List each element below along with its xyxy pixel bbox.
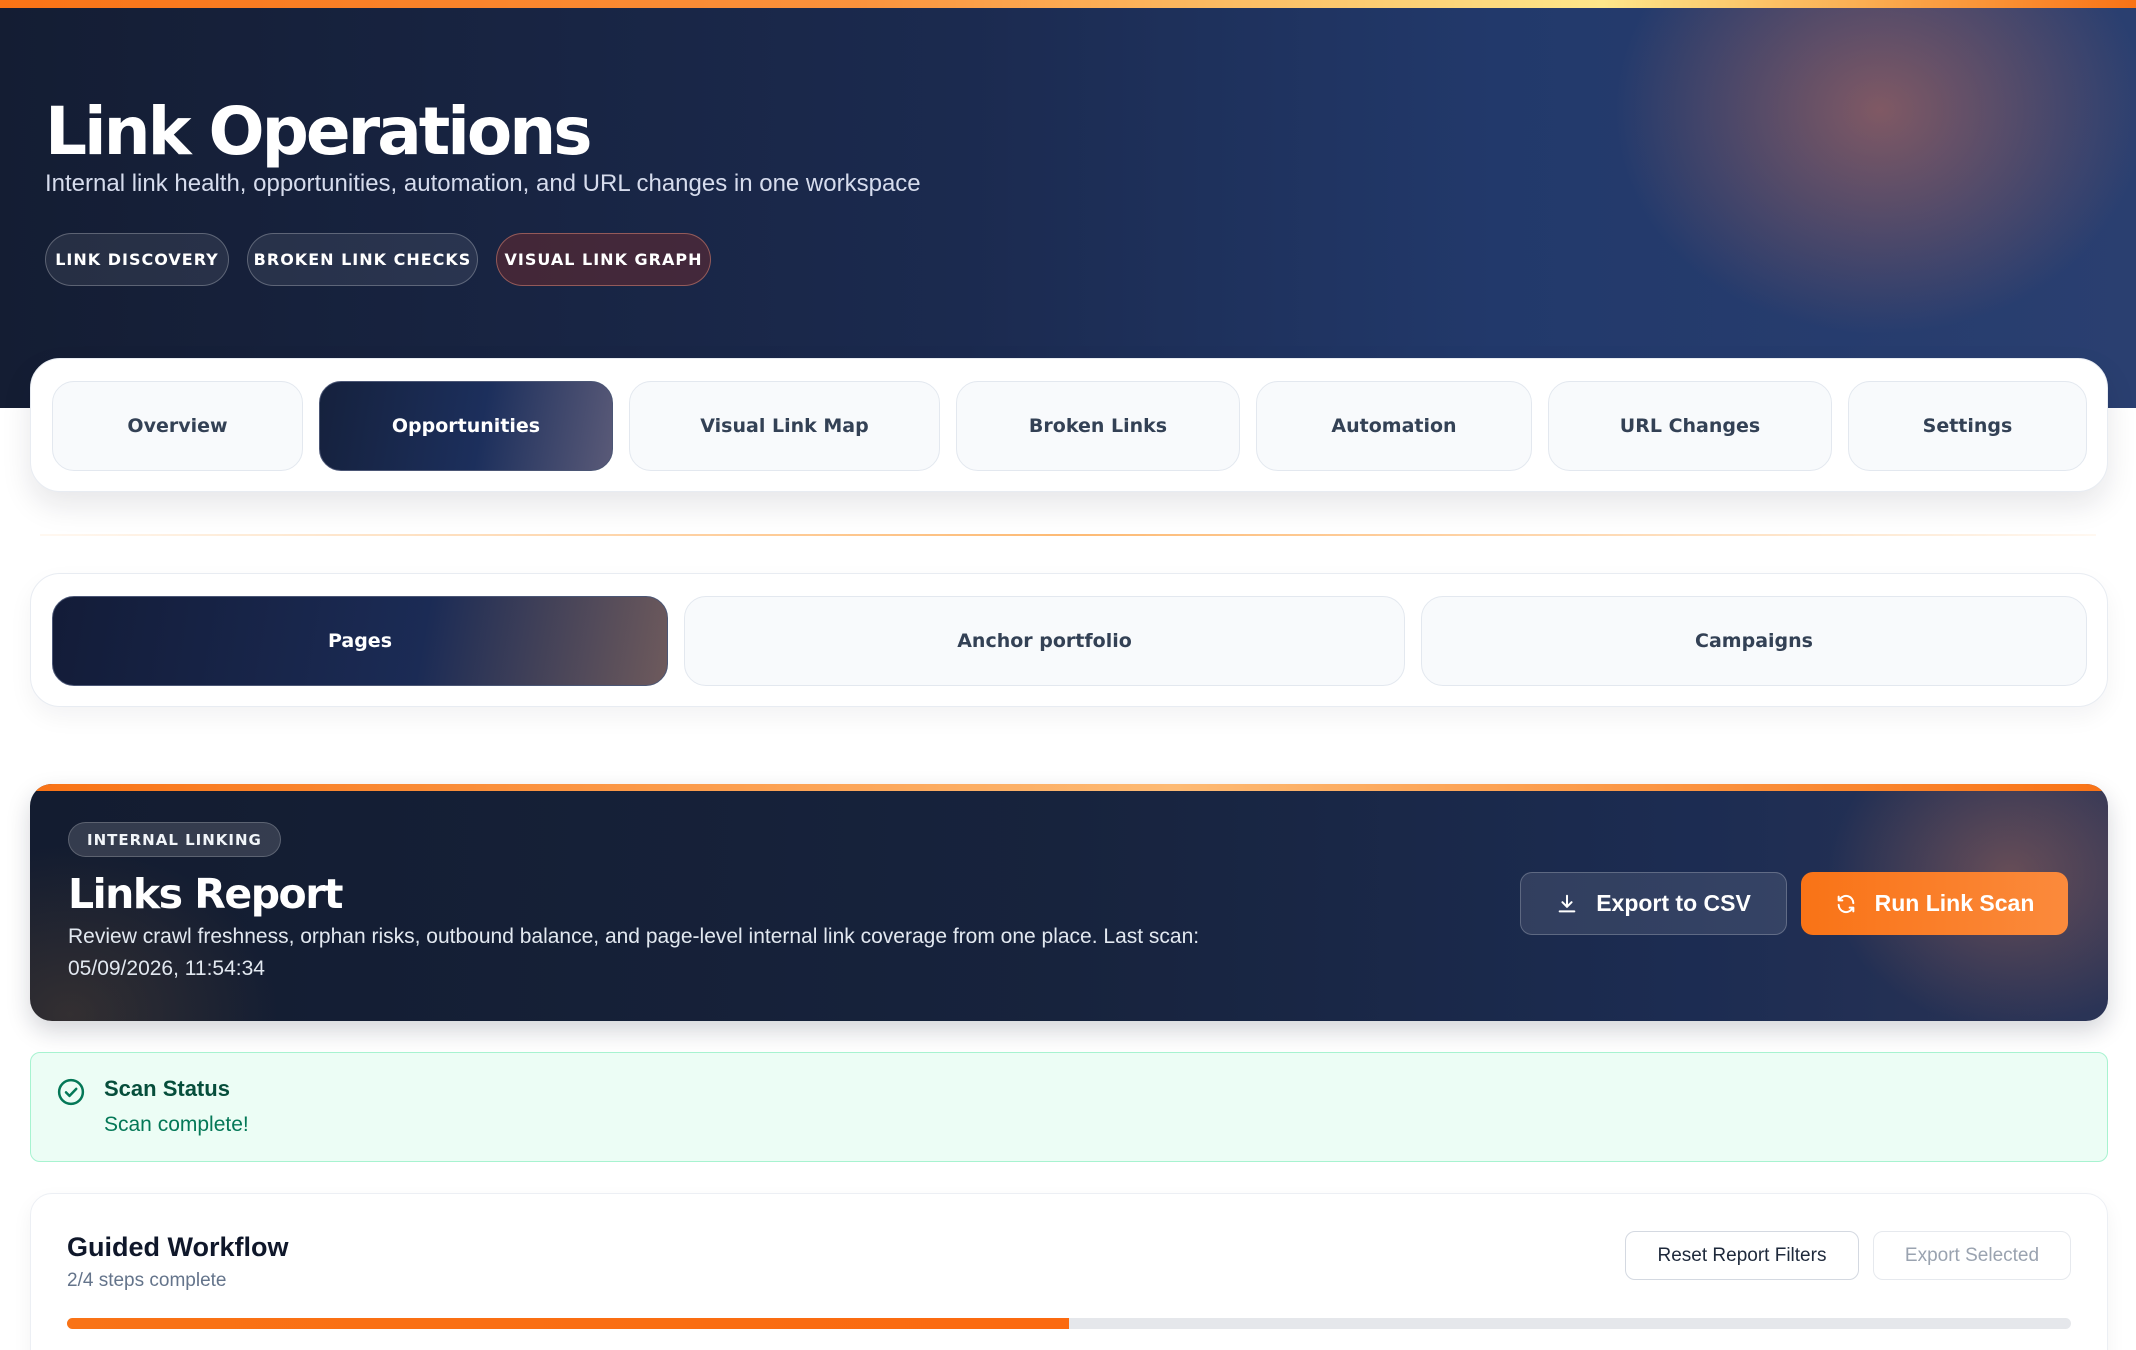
main-tab-bar: Overview Opportunities Visual Link Map B… <box>30 358 2108 492</box>
page-title: Link Operations <box>45 93 593 170</box>
run-link-scan-label: Run Link Scan <box>1874 890 2035 916</box>
feature-pill-link-discovery: LINK DISCOVERY <box>45 233 229 286</box>
report-title: Links Report <box>68 870 344 918</box>
sub-tab-bar: Pages Anchor portfolio Campaigns <box>30 573 2108 707</box>
scan-status-alert: Scan Status Scan complete! <box>30 1052 2108 1162</box>
download-icon <box>1558 894 1576 912</box>
links-report-card: INTERNAL LINKING Links Report Review cra… <box>30 784 2108 1021</box>
tab-url-changes[interactable]: URL Changes <box>1548 381 1832 471</box>
tab-automation[interactable]: Automation <box>1256 381 1532 471</box>
scan-status-title: Scan Status <box>104 1076 230 1101</box>
tab-visual-link-map[interactable]: Visual Link Map <box>629 381 940 471</box>
refresh-icon <box>1837 894 1854 913</box>
workflow-steps-text: 2/4 steps complete <box>67 1270 227 1291</box>
run-link-scan-button[interactable]: Run Link Scan <box>1801 872 2068 935</box>
tab-settings[interactable]: Settings <box>1848 381 2087 471</box>
tab-opportunities[interactable]: Opportunities <box>319 381 613 471</box>
reset-report-filters-button[interactable]: Reset Report Filters <box>1625 1231 1859 1280</box>
subtab-anchor-portfolio[interactable]: Anchor portfolio <box>684 596 1405 686</box>
hero-banner: Link Operations Internal link health, op… <box>0 0 2136 408</box>
feature-pill-visual-link-graph: VISUAL LINK GRAPH <box>496 233 711 286</box>
page-subtitle: Internal link health, opportunities, aut… <box>45 170 921 197</box>
report-category-badge: INTERNAL LINKING <box>68 822 281 857</box>
guided-workflow-card: Guided Workflow 2/4 steps complete Reset… <box>30 1193 2108 1350</box>
workflow-title: Guided Workflow <box>67 1232 289 1262</box>
report-accent-stripe <box>30 784 2108 791</box>
export-selected-button[interactable]: Export Selected <box>1873 1231 2071 1280</box>
export-csv-button[interactable]: Export to CSV <box>1520 872 1787 935</box>
workflow-progress-fill <box>67 1318 1069 1329</box>
export-csv-label: Export to CSV <box>1596 890 1751 916</box>
subtab-pages[interactable]: Pages <box>52 596 668 686</box>
check-circle-icon <box>57 1078 85 1106</box>
tab-overview[interactable]: Overview <box>52 381 303 471</box>
section-divider <box>40 534 2096 536</box>
top-accent-stripe <box>0 0 2136 8</box>
feature-pill-broken-link-checks: BROKEN LINK CHECKS <box>247 233 478 286</box>
tab-broken-links[interactable]: Broken Links <box>956 381 1240 471</box>
subtab-campaigns[interactable]: Campaigns <box>1421 596 2087 686</box>
scan-status-message: Scan complete! <box>104 1113 249 1136</box>
workflow-progress-bar <box>67 1318 2071 1329</box>
report-description: Review crawl freshness, orphan risks, ou… <box>68 925 1200 980</box>
